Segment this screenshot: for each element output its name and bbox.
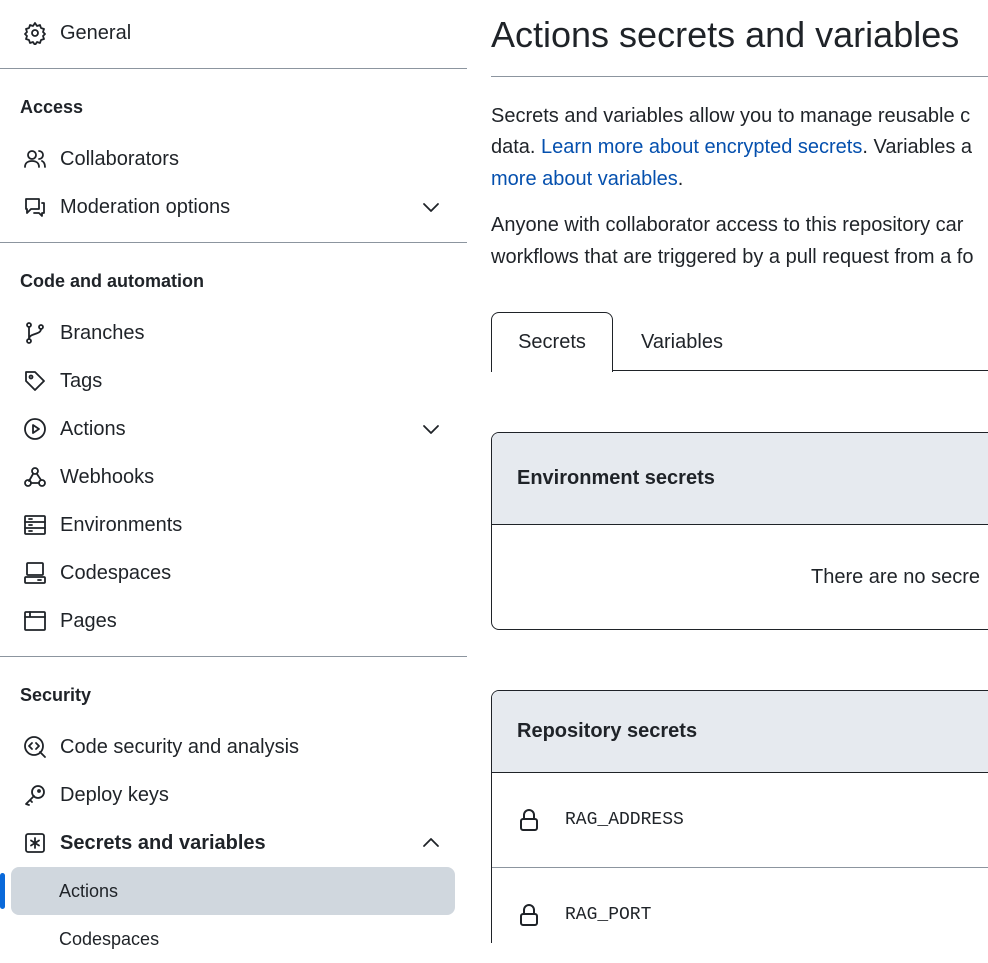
section-heading-security: Security — [20, 685, 92, 705]
sidebar-item-label: Actions — [59, 880, 119, 901]
tab-variables[interactable]: Variables — [613, 312, 751, 372]
sidebar-item-tags[interactable]: Tags — [11, 357, 455, 405]
description-line: Secrets and variables allow you to manag… — [491, 105, 971, 127]
section-heading-code-and-automation: Code and automation — [20, 271, 204, 291]
chevron-up-icon[interactable] — [419, 831, 443, 855]
secret-name: RAG_PORT — [565, 905, 652, 925]
sidebar-item-webhooks[interactable]: Webhooks — [11, 453, 455, 501]
sidebar-item-environments[interactable]: Environments — [11, 501, 455, 549]
section-heading-access: Access — [20, 97, 84, 117]
secret-row: RAG_ADDRESS — [492, 773, 988, 868]
text: . — [677, 168, 684, 190]
gear-icon — [22, 20, 48, 46]
description-line: Anyone with collaborator access to this … — [491, 214, 964, 236]
comment-discussion-icon — [22, 194, 48, 220]
sidebar-subitem-actions[interactable]: Actions — [11, 867, 455, 915]
divider — [0, 242, 467, 243]
empty-state: There are no secre — [811, 565, 980, 588]
panel-header: Environment secrets — [492, 433, 988, 525]
main-content: Actions secrets and variables Secrets an… — [491, 0, 988, 943]
learn-more-secrets-link[interactable]: Learn more about encrypted secrets — [541, 136, 862, 158]
description-line: workflows that are triggered by a pull r… — [491, 246, 974, 268]
settings-sidebar: General Access Collaborators Moderation … — [0, 0, 467, 949]
sidebar-item-label: Environments — [60, 513, 183, 536]
sidebar-subitem-codespaces[interactable]: Codespaces — [11, 915, 455, 963]
tag-icon — [22, 368, 48, 394]
sidebar-item-label: Tags — [60, 369, 103, 392]
sidebar-item-label: Webhooks — [60, 465, 155, 488]
text: . Variables a — [862, 136, 973, 158]
description-line: data. Learn more about encrypted secrets… — [491, 136, 972, 159]
sidebar-item-actions[interactable]: Actions — [11, 405, 455, 453]
sidebar-item-branches[interactable]: Branches — [11, 309, 455, 357]
sidebar-item-label: General — [60, 21, 132, 44]
browser-icon — [22, 608, 48, 634]
sidebar-item-codespaces[interactable]: Codespaces — [11, 549, 455, 597]
sidebar-item-collaborators[interactable]: Collaborators — [11, 135, 455, 183]
sidebar-item-label: Moderation options — [60, 195, 231, 218]
sidebar-item-label: Actions — [60, 417, 126, 440]
learn-more-variables-link[interactable]: more about variables — [491, 168, 678, 190]
sidebar-item-label: Secrets and variables — [60, 831, 266, 854]
repository-secrets-panel: Repository secrets RAG_ADDRESS RAG_PORT — [491, 690, 988, 943]
text: data. — [491, 136, 542, 158]
key-icon — [22, 782, 48, 808]
lock-icon — [520, 809, 538, 831]
tab-secrets[interactable]: Secrets — [491, 312, 613, 372]
description-line: more about variables. — [491, 168, 683, 191]
sidebar-item-moderation-options[interactable]: Moderation options — [11, 183, 455, 231]
page-title: Actions secrets and variables — [491, 14, 960, 55]
chevron-down-icon[interactable] — [419, 417, 443, 441]
divider — [0, 68, 467, 69]
codespaces-icon — [22, 560, 48, 586]
webhook-icon — [22, 464, 48, 490]
asterisk-box-icon — [22, 830, 48, 856]
secret-name: RAG_ADDRESS — [565, 810, 684, 830]
chevron-down-icon[interactable] — [419, 195, 443, 219]
server-icon — [22, 512, 48, 538]
sidebar-item-deploy-keys[interactable]: Deploy keys — [11, 771, 455, 819]
panel-header: Repository secrets — [492, 691, 988, 773]
active-indicator — [0, 873, 5, 909]
git-branch-icon — [22, 320, 48, 346]
people-icon — [22, 146, 48, 172]
sidebar-item-label: Codespaces — [59, 928, 160, 949]
divider — [0, 656, 467, 657]
sidebar-item-label: Deploy keys — [60, 783, 169, 806]
environment-secrets-panel: Environment secrets There are no secre — [491, 432, 988, 630]
lock-icon — [520, 904, 538, 926]
sidebar-item-label: Pages — [60, 609, 117, 632]
divider — [491, 76, 988, 77]
sidebar-item-label: Codespaces — [60, 561, 172, 584]
sidebar-item-code-security[interactable]: Code security and analysis — [11, 723, 455, 771]
sidebar-item-label: Branches — [60, 321, 145, 344]
sidebar-item-label: Code security and analysis — [60, 735, 300, 758]
sidebar-item-secrets-and-variables[interactable]: Secrets and variables — [11, 819, 455, 867]
sidebar-item-label: Collaborators — [60, 147, 179, 170]
play-icon — [22, 416, 48, 442]
codescan-icon — [22, 734, 48, 760]
sidebar-item-general[interactable]: General — [11, 9, 455, 57]
secret-row: RAG_PORT — [492, 868, 988, 943]
sidebar-item-pages[interactable]: Pages — [11, 597, 455, 645]
